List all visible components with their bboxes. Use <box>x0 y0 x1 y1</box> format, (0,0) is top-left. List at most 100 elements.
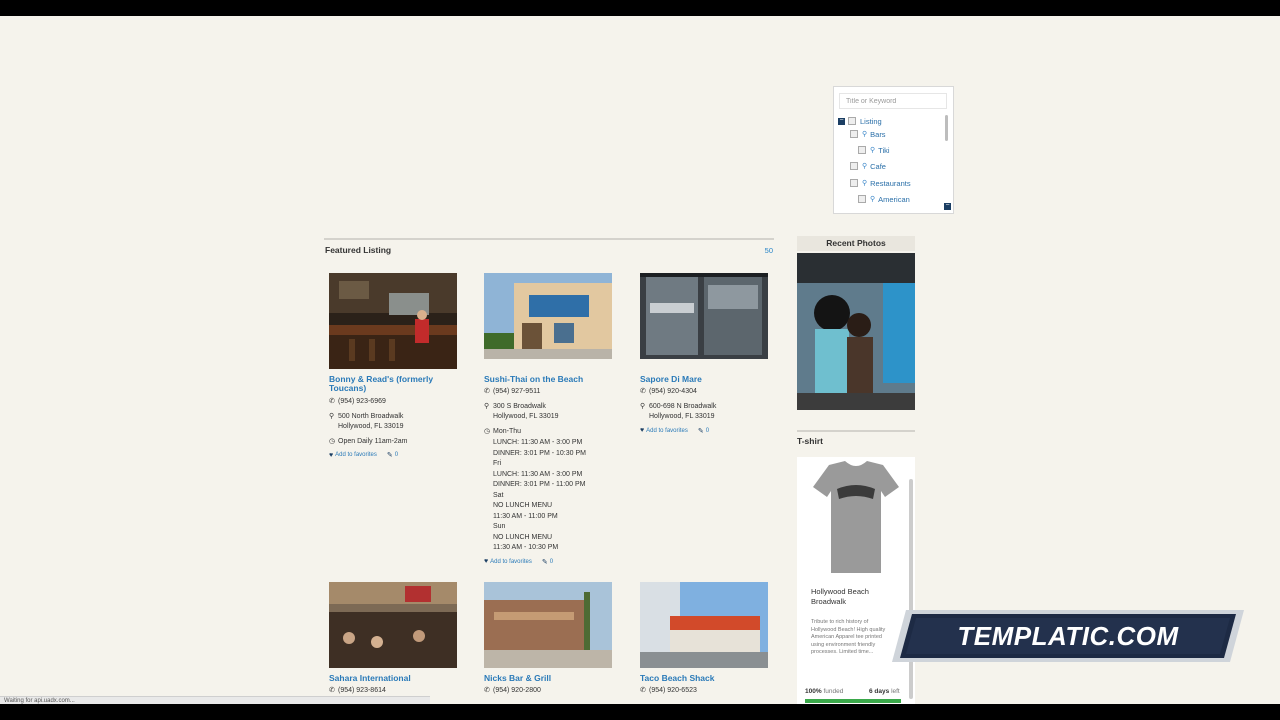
listing-card: Taco Beach Shack ✆ (954) 920-6523 <box>640 582 780 697</box>
hours-row: ◷ Mon-Thu <box>484 427 624 438</box>
listing-card: Sapore Di Mare ✆ (954) 920-4304 ⚲ 600-69… <box>640 273 780 435</box>
add-to-favorites-link[interactable]: Add to favorites <box>335 452 377 458</box>
checkbox[interactable] <box>850 179 858 187</box>
listing-photo[interactable] <box>329 582 457 668</box>
tree-item-cafe[interactable]: ⚲ Cafe <box>850 160 886 172</box>
comment-icon[interactable]: ✎ <box>698 427 704 435</box>
listing-title-link[interactable]: Sapore Di Mare <box>640 375 760 384</box>
tree-item-label: Cafe <box>870 161 886 171</box>
phone-icon: ✆ <box>484 687 490 694</box>
listing-card: Sahara International ✆ (954) 923-8614 <box>329 582 469 697</box>
widget-title: Recent Photos <box>797 236 915 251</box>
map-pin-icon: ⚲ <box>640 402 646 410</box>
checkbox[interactable] <box>850 162 858 170</box>
tshirt-title-link[interactable]: Hollywood Beach Broadwalk <box>811 587 901 607</box>
listing-actions: ♥ Add to favorites ✎ 0 <box>640 427 780 435</box>
listing-count-link[interactable]: 50 <box>765 246 773 255</box>
add-to-favorites-link[interactable]: Add to favorites <box>646 428 688 434</box>
map-pin-icon: ⚲ <box>862 131 868 138</box>
tree-item-label: Tiki <box>878 145 890 155</box>
map-pin-icon: ⚲ <box>862 180 868 187</box>
templatic-watermark-banner: TEMPLATIC.COM <box>892 610 1244 662</box>
hours-text: Open Daily 11am-2am <box>338 437 408 445</box>
listing-photo[interactable] <box>484 273 612 369</box>
checkbox[interactable] <box>858 146 866 154</box>
collapse-icon[interactable]: − <box>838 117 845 125</box>
hours-label: Mon-Thu <box>493 427 522 435</box>
phone-row: ✆ (954) 920-4304 <box>640 387 780 398</box>
listing-photo[interactable] <box>640 582 768 668</box>
hours-row: ◷ Open Daily 11am-2am <box>329 437 469 448</box>
browser-status-bar: Waiting for api.uadx.com... <box>0 696 430 704</box>
address-row: ⚲ 300 S Broadwalk Hollywood, FL 33019 <box>484 402 624 423</box>
add-to-favorites-link[interactable]: Add to favorites <box>490 559 532 565</box>
funding-progress-bar <box>805 699 901 703</box>
map-pin-icon: ⚲ <box>484 402 490 410</box>
tree-item-bars[interactable]: ⚲ Bars <box>850 128 886 140</box>
days-count: 6 days <box>869 688 890 695</box>
listing-title-link[interactable]: Bonny & Read's (formerly Toucans) <box>329 375 449 393</box>
tshirt-description: Tribute to rich history of Hollywood Bea… <box>811 619 886 655</box>
address-row: ⚲ 600-698 N Broadwalk Hollywood, FL 3301… <box>640 402 780 423</box>
listing-title-link[interactable]: Nicks Bar & Grill <box>484 674 604 683</box>
tree-item-label: Bars <box>870 129 886 139</box>
map-pin-icon: ⚲ <box>870 196 876 203</box>
phone-text: (954) 927-9511 <box>493 388 541 395</box>
funding-progress-fill <box>805 699 901 703</box>
tree-item-tiki[interactable]: ⚲ Tiki <box>858 144 890 156</box>
widget-title: T-shirt <box>797 430 915 446</box>
listing-card: Sushi-Thai on the Beach ✆ (954) 927-9511… <box>484 273 624 566</box>
heart-icon[interactable]: ♥ <box>484 558 488 565</box>
listing-photo[interactable] <box>484 582 612 668</box>
tree-item-label: American <box>878 194 910 204</box>
phone-text: (954) 923-6969 <box>338 398 386 405</box>
comment-count[interactable]: 0 <box>395 452 398 458</box>
tshirt-image[interactable] <box>811 459 901 577</box>
checkbox[interactable] <box>858 195 866 203</box>
comment-count[interactable]: 0 <box>706 428 709 434</box>
clock-icon: ◷ <box>484 427 491 435</box>
phone-icon: ✆ <box>640 388 646 395</box>
tree-item-american[interactable]: ⚲ American <box>858 193 910 205</box>
minimize-icon[interactable]: − <box>944 202 951 210</box>
featured-listing-header: Featured Listing 50 <box>324 238 774 258</box>
phone-text: (954) 920-6523 <box>649 687 697 694</box>
funded-status: 100% funded <box>805 688 843 695</box>
phone-text: (954) 920-2800 <box>493 687 541 694</box>
phone-row: ✆ (954) 923-8614 <box>329 686 469 697</box>
phone-row: ✆ (954) 920-2800 <box>484 686 624 697</box>
tshirt-card: Hollywood Beach Broadwalk Tribute to ric… <box>797 457 915 704</box>
tree-item-restaurants[interactable]: ⚲ Restaurants <box>850 177 911 189</box>
tree-scrollbar[interactable] <box>945 115 948 141</box>
listing-title-link[interactable]: Taco Beach Shack <box>640 674 760 683</box>
tree-item-label: Restaurants <box>870 178 911 188</box>
heart-icon[interactable]: ♥ <box>329 452 333 459</box>
comment-icon[interactable]: ✎ <box>542 558 548 566</box>
phone-icon: ✆ <box>484 388 490 395</box>
checkbox[interactable] <box>850 130 858 138</box>
listing-photo[interactable] <box>329 273 457 369</box>
days-label: left <box>891 688 900 695</box>
listing-card: Bonny & Read's (formerly Toucans) ✆ (954… <box>329 273 469 459</box>
listing-title-link[interactable]: Sahara International <box>329 674 449 683</box>
listing-actions: ♥ Add to favorites ✎ 0 <box>329 451 469 460</box>
search-input[interactable] <box>839 93 947 109</box>
comment-icon[interactable]: ✎ <box>387 451 393 459</box>
checkbox[interactable] <box>848 117 856 125</box>
listing-title-link[interactable]: Sushi-Thai on the Beach <box>484 375 604 384</box>
tshirt-widget: T-shirt <box>797 430 915 446</box>
phone-icon: ✆ <box>329 398 335 405</box>
listing-photo[interactable] <box>640 273 768 369</box>
listing-card: Nicks Bar & Grill ✆ (954) 920-2800 <box>484 582 624 697</box>
tree-item-listing[interactable]: − Listing <box>838 115 882 127</box>
phone-text: (954) 920-4304 <box>649 388 697 395</box>
section-title: Featured Listing <box>325 245 392 255</box>
tshirt-scrollbar[interactable] <box>909 479 913 699</box>
map-pin-icon: ⚲ <box>329 412 335 420</box>
banner-text: TEMPLATIC.COM <box>957 620 1179 651</box>
funded-label: funded <box>823 688 844 695</box>
recent-photos-widget: Recent Photos <box>797 236 915 251</box>
comment-count[interactable]: 0 <box>550 559 553 565</box>
heart-icon[interactable]: ♥ <box>640 427 644 434</box>
recent-photo[interactable] <box>797 253 915 410</box>
